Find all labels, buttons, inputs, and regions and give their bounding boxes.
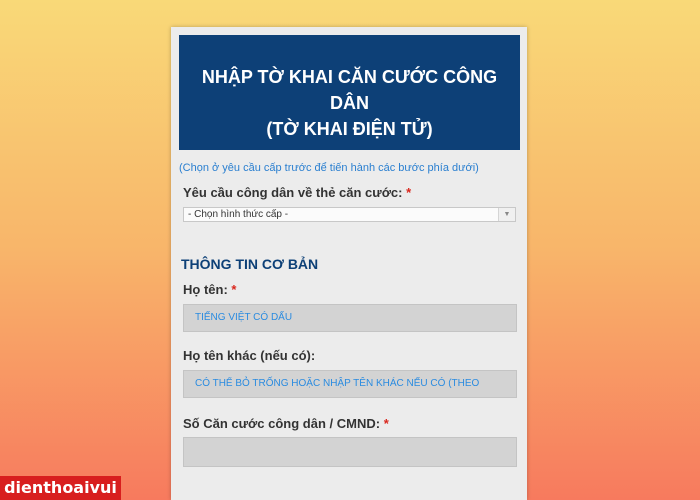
section-title-basic-info: THÔNG TIN CƠ BẢN: [181, 256, 319, 272]
fullname-input[interactable]: TIẾNG VIỆT CÓ DẤU: [183, 304, 517, 332]
form-header: NHẬP TỜ KHAI CĂN CƯỚC CÔNG DÂN (TỜ KHAI …: [179, 35, 520, 150]
brand-watermark: dienthoaivui: [0, 476, 121, 500]
fullname-label-text: Họ tên:: [183, 282, 228, 297]
request-type-select-value: - Chọn hình thức cấp -: [188, 209, 289, 220]
othername-placeholder: CÓ THỂ BỎ TRỐNG HOẶC NHẬP TÊN KHÁC NẾU C…: [195, 378, 480, 389]
form-title: NHẬP TỜ KHAI CĂN CƯỚC CÔNG DÂN: [201, 67, 498, 113]
fullname-label: Họ tên: *: [183, 282, 236, 297]
chevron-down-icon[interactable]: ▼: [498, 208, 515, 221]
required-mark: *: [231, 282, 237, 297]
required-mark: *: [383, 416, 389, 431]
instruction-hint: (Chọn ở yêu cầu cấp trước để tiến hành c…: [179, 162, 479, 174]
request-type-label: Yêu cầu công dân về thẻ căn cước: *: [183, 185, 411, 200]
id-number-label: Số Căn cước công dân / CMND: *: [183, 416, 389, 431]
fullname-placeholder: TIẾNG VIỆT CÓ DẤU: [195, 312, 293, 323]
request-type-label-text: Yêu cầu công dân về thẻ căn cước:: [183, 185, 403, 200]
form-panel: NHẬP TỜ KHAI CĂN CƯỚC CÔNG DÂN (TỜ KHAI …: [171, 27, 527, 500]
othername-label: Họ tên khác (nếu có):: [183, 348, 316, 363]
form-subtitle: (TỜ KHAI ĐIỆN TỬ): [266, 119, 433, 139]
id-number-input[interactable]: [183, 437, 517, 467]
othername-input[interactable]: CÓ THỂ BỎ TRỐNG HOẶC NHẬP TÊN KHÁC NẾU C…: [183, 370, 517, 398]
required-mark: *: [406, 185, 412, 200]
id-number-label-text: Số Căn cước công dân / CMND:: [183, 416, 381, 431]
request-type-select[interactable]: - Chọn hình thức cấp - ▼: [183, 207, 516, 222]
